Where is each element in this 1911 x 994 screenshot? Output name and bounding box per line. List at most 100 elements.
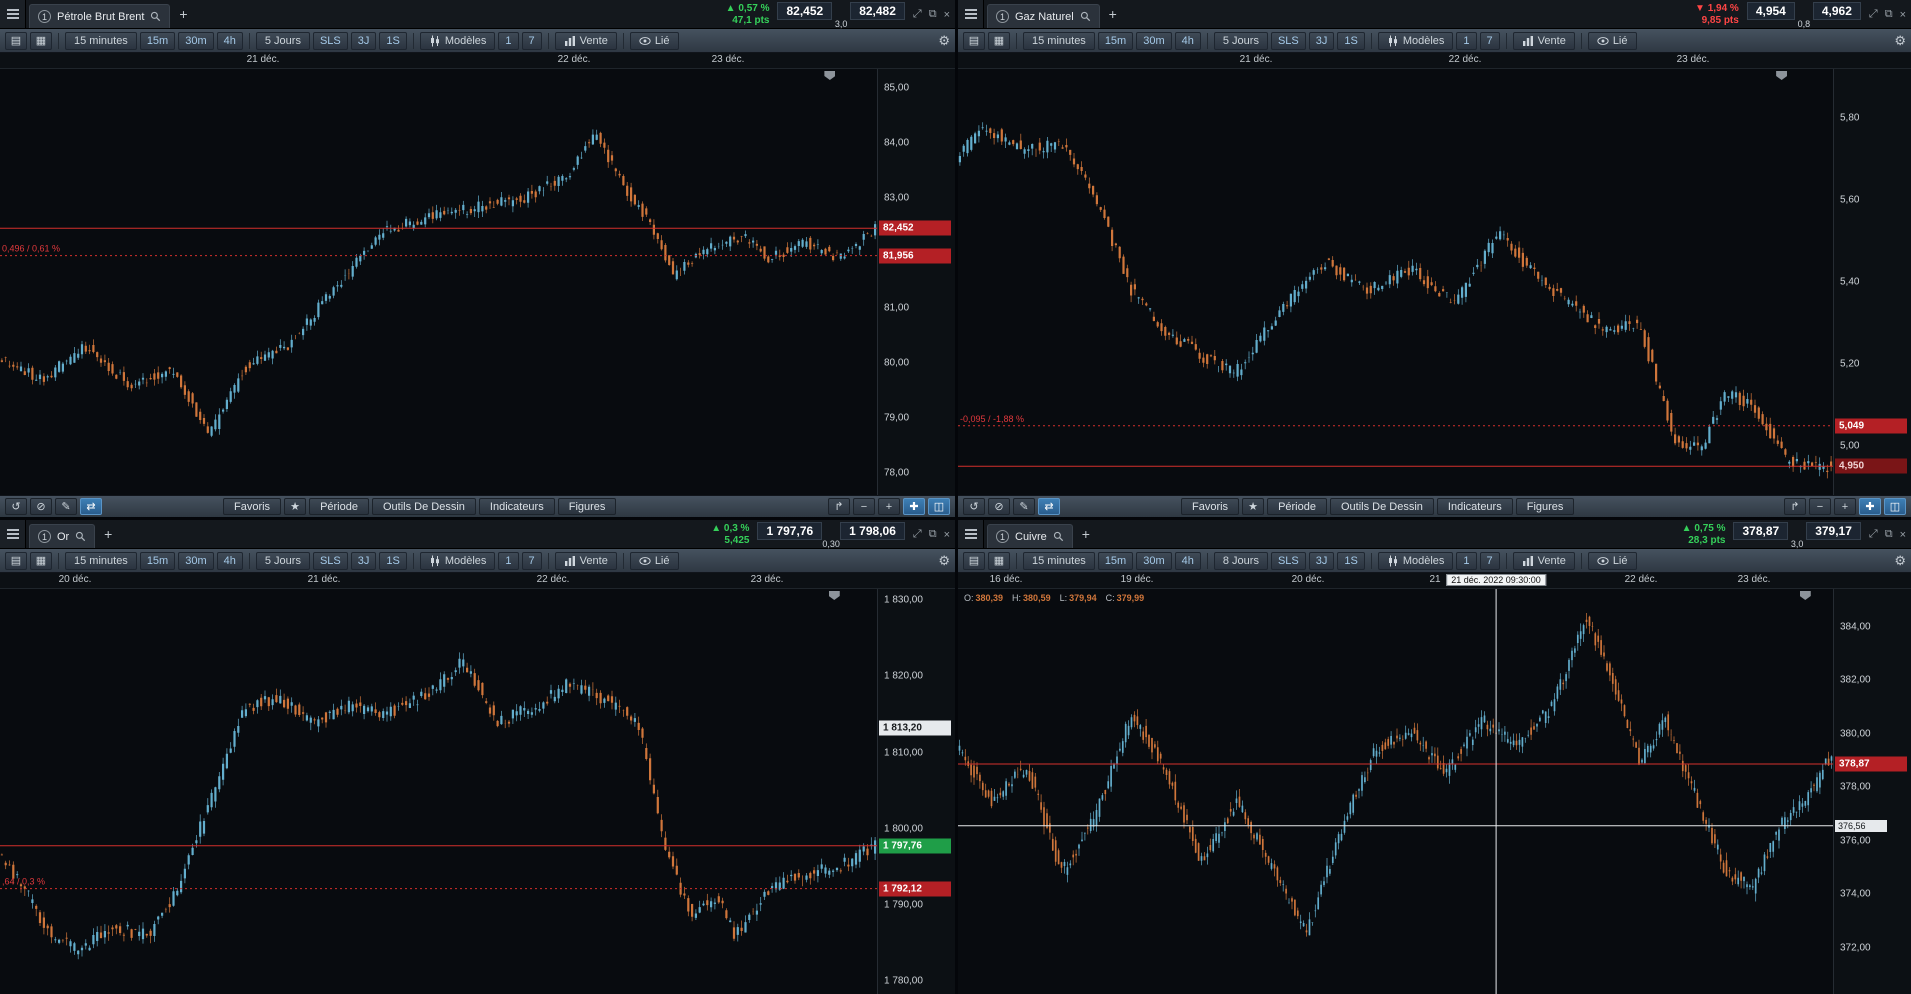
instrument-tab[interactable]: 1 Or xyxy=(29,524,96,548)
refresh-icon[interactable]: ↺ xyxy=(963,498,985,515)
interval-30m-button[interactable]: 30m xyxy=(178,31,214,50)
settings-gear-icon[interactable]: ⚙ xyxy=(1894,553,1906,569)
page-layout-icon[interactable]: ▤ xyxy=(5,551,27,570)
ask-price-button[interactable]: 82,482 xyxy=(850,2,905,20)
drawing-tools-button[interactable]: Outils De Dessin xyxy=(371,498,476,515)
zoom-in-button[interactable]: + xyxy=(878,498,900,515)
settings-gear-icon[interactable]: ⚙ xyxy=(938,33,950,49)
chart-area[interactable]: 0,496 / 0,61 % xyxy=(0,69,877,495)
new-tab-button[interactable]: + xyxy=(1102,0,1124,28)
search-icon[interactable] xyxy=(1053,531,1064,542)
interval-4h-button[interactable]: 4h xyxy=(216,31,243,50)
linked-dropdown[interactable]: Lié xyxy=(629,551,679,570)
crosshair-icon[interactable]: ✚ xyxy=(1859,498,1881,515)
figures-button[interactable]: Figures xyxy=(557,498,617,515)
interval-dropdown[interactable]: 15 minutes xyxy=(1023,31,1095,50)
close-icon[interactable]: × xyxy=(1900,9,1906,21)
price-axis[interactable]: 85,00 84,00 83,00 81,00 80,00 79,00 78,00 82,45… xyxy=(877,69,955,495)
linked-dropdown[interactable]: Lié xyxy=(1587,31,1637,50)
num-1-button[interactable]: 1 xyxy=(498,31,519,50)
pencil-icon[interactable]: ✎ xyxy=(55,498,77,515)
search-icon[interactable] xyxy=(75,531,86,542)
sell-dropdown[interactable]: Vente xyxy=(554,31,617,50)
close-icon[interactable]: × xyxy=(944,9,950,21)
panel-menu-button[interactable] xyxy=(958,520,984,548)
candlestick-chart[interactable]: ,64 / 0,3 % xyxy=(0,589,877,994)
period-3j-button[interactable]: 3J xyxy=(1308,31,1335,50)
compare-icon[interactable]: ⇄ xyxy=(80,498,102,515)
share-icon[interactable]: ↱ xyxy=(1784,498,1806,515)
num-1-button[interactable]: 1 xyxy=(1456,31,1477,50)
period-3j-button[interactable]: 3J xyxy=(350,31,377,50)
settings-gear-icon[interactable]: ⚙ xyxy=(938,553,950,569)
date-axis[interactable]: 21 déc. 22 déc. 23 déc. xyxy=(0,53,955,69)
price-axis[interactable]: 5,80 5,60 5,40 5,20 5,00 5,049 4,950 xyxy=(1833,69,1911,495)
date-axis[interactable]: 16 déc. 19 déc. 20 déc. 21 22 déc. 23 déc. 21 … xyxy=(958,573,1911,589)
zoom-out-button[interactable]: − xyxy=(1809,498,1831,515)
num-7-button[interactable]: 7 xyxy=(521,551,542,570)
grid-layout-icon[interactable]: ▦ xyxy=(30,551,52,570)
indicators-button[interactable]: Indicateurs xyxy=(478,498,555,515)
panel-menu-button[interactable] xyxy=(0,520,26,548)
date-axis[interactable]: 21 déc. 22 déc. 23 déc. xyxy=(958,53,1911,69)
new-tab-button[interactable]: + xyxy=(97,520,119,548)
split-view-icon[interactable]: ◫ xyxy=(928,498,950,515)
page-layout-icon[interactable]: ▤ xyxy=(5,31,27,50)
drawing-tools-button[interactable]: Outils De Dessin xyxy=(1329,498,1434,515)
favorites-button[interactable]: Favoris xyxy=(1181,498,1240,515)
popout-icon[interactable]: ⧉ xyxy=(1885,8,1893,21)
sell-dropdown[interactable]: Vente xyxy=(1512,551,1575,570)
candlestick-chart[interactable]: -0,095 / -1,88 % xyxy=(958,69,1833,495)
ask-price-button[interactable]: 4,962 xyxy=(1812,2,1861,20)
page-layout-icon[interactable]: ▤ xyxy=(963,31,985,50)
models-dropdown[interactable]: Modèles xyxy=(419,31,496,50)
page-layout-icon[interactable]: ▤ xyxy=(963,551,985,570)
indicators-button[interactable]: Indicateurs xyxy=(1436,498,1513,515)
num-1-button[interactable]: 1 xyxy=(498,551,519,570)
star-icon[interactable]: ★ xyxy=(1242,498,1265,515)
sell-dropdown[interactable]: Vente xyxy=(1512,31,1575,50)
popout-icon[interactable]: ⧉ xyxy=(929,8,937,21)
expand-icon[interactable]: ⤢ xyxy=(1869,8,1878,21)
zoom-in-button[interactable]: + xyxy=(1834,498,1856,515)
erase-icon[interactable]: ⊘ xyxy=(30,498,52,515)
period-dropdown[interactable]: 8 Jours xyxy=(1213,551,1268,570)
grid-layout-icon[interactable]: ▦ xyxy=(988,31,1010,50)
period-sls-button[interactable]: SLS xyxy=(312,31,348,50)
instrument-tab[interactable]: 1 Gaz Naturel xyxy=(987,4,1100,28)
refresh-icon[interactable]: ↺ xyxy=(5,498,27,515)
period-3j-button[interactable]: 3J xyxy=(350,551,377,570)
instrument-tab[interactable]: 1 Cuivre xyxy=(987,524,1073,548)
models-dropdown[interactable]: Modèles xyxy=(419,551,496,570)
period-1s-button[interactable]: 1S xyxy=(1337,31,1365,50)
period-sls-button[interactable]: SLS xyxy=(312,551,348,570)
bid-price-button[interactable]: 82,452 xyxy=(777,2,833,20)
sell-dropdown[interactable]: Vente xyxy=(554,551,617,570)
interval-dropdown[interactable]: 15 minutes xyxy=(1023,551,1095,570)
search-icon[interactable] xyxy=(150,11,161,22)
models-dropdown[interactable]: Modèles xyxy=(1377,31,1454,50)
panel-menu-button[interactable] xyxy=(0,0,26,28)
interval-4h-button[interactable]: 4h xyxy=(216,551,243,570)
expand-icon[interactable]: ⤢ xyxy=(1869,528,1878,541)
star-icon[interactable]: ★ xyxy=(284,498,307,515)
period-dropdown[interactable]: 5 Jours xyxy=(255,551,310,570)
num-1-button[interactable]: 1 xyxy=(1456,551,1477,570)
period-3j-button[interactable]: 3J xyxy=(1308,551,1335,570)
new-tab-button[interactable]: + xyxy=(1075,520,1097,548)
period-1s-button[interactable]: 1S xyxy=(1337,551,1365,570)
num-7-button[interactable]: 7 xyxy=(521,31,542,50)
interval-4h-button[interactable]: 4h xyxy=(1174,31,1201,50)
period-dropdown[interactable]: 5 Jours xyxy=(255,31,310,50)
linked-dropdown[interactable]: Lié xyxy=(629,31,679,50)
pencil-icon[interactable]: ✎ xyxy=(1013,498,1035,515)
period-dropdown[interactable]: 5 Jours xyxy=(1213,31,1268,50)
period-sls-button[interactable]: SLS xyxy=(1270,551,1306,570)
chart-area[interactable]: O: 380,39 H: 380,59 L: 379,94 C: 379,99 xyxy=(958,589,1833,994)
split-view-icon[interactable]: ◫ xyxy=(1884,498,1906,515)
interval-4h-button[interactable]: 4h xyxy=(1174,551,1201,570)
zoom-out-button[interactable]: − xyxy=(853,498,875,515)
interval-30m-button[interactable]: 30m xyxy=(1136,31,1172,50)
period-1s-button[interactable]: 1S xyxy=(379,551,407,570)
period-button[interactable]: Période xyxy=(309,498,369,515)
